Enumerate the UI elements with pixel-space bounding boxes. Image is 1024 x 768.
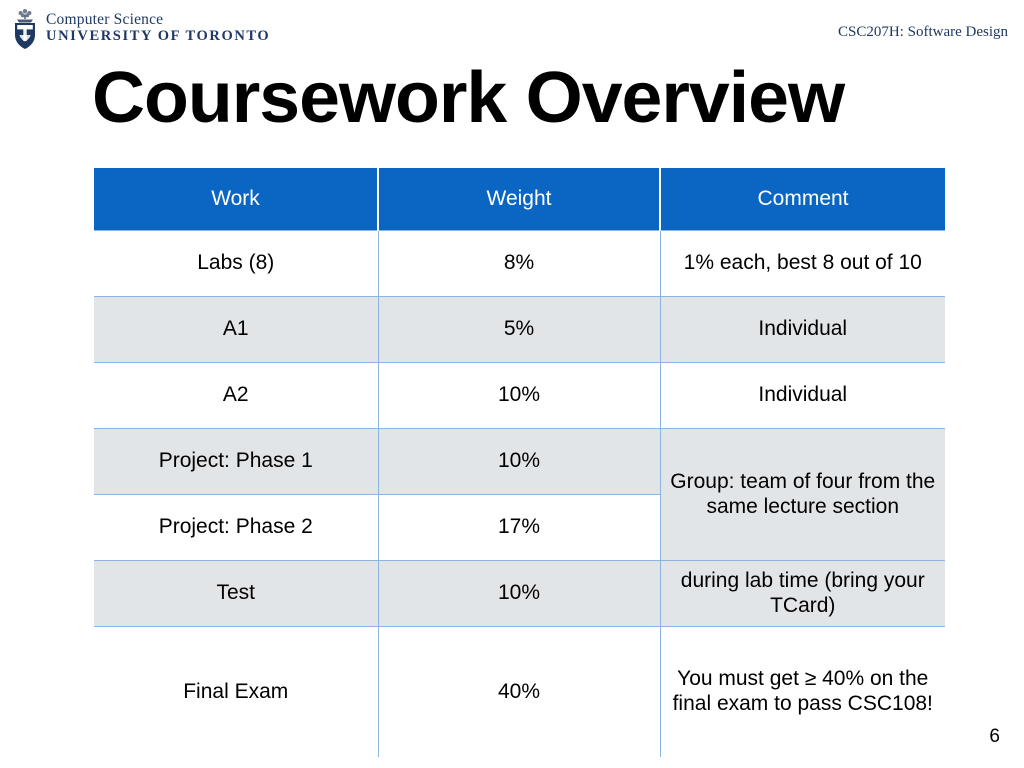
cell-comment: during lab time (bring your TCard) [660, 560, 945, 627]
table-row: Final Exam 40% You must get ≥ 40% on the… [94, 626, 945, 757]
slide-number: 6 [989, 726, 1000, 747]
table-row: Test 10% during lab time (bring your TCa… [94, 560, 945, 627]
table-header-row: Work Weight Comment [94, 168, 945, 231]
logo-line-university-of-toronto: UNIVERSITY OF TORONTO [46, 27, 271, 44]
table-row: Labs (8) 8% 1% each, best 8 out of 10 [94, 230, 945, 297]
uoft-crest-icon [15, 9, 35, 49]
cell-work: Labs (8) [94, 230, 379, 297]
cell-work: Project: Phase 1 [94, 428, 379, 495]
table-header: Work Weight Comment [94, 168, 945, 231]
cell-work: Test [94, 560, 379, 627]
slide-header: Computer Science UNIVERSITY OF TORONTO C… [0, 0, 1024, 60]
course-label: CSC207H: Software Design [838, 24, 1008, 40]
column-header-work: Work [94, 168, 379, 231]
table-body: Labs (8) 8% 1% each, best 8 out of 10 A1… [94, 230, 945, 757]
cell-work: Final Exam [94, 626, 379, 757]
cell-work: Project: Phase 2 [94, 494, 379, 561]
table-row: A1 5% Individual [94, 296, 945, 363]
cell-work: A2 [94, 362, 379, 429]
page-title: Coursework Overview [92, 58, 845, 138]
cell-comment-group: Group: team of four from the same lectur… [660, 428, 945, 561]
cell-work: A1 [94, 296, 379, 363]
cell-comment: You must get ≥ 40% on the final exam to … [660, 626, 945, 757]
column-header-comment: Comment [660, 168, 945, 231]
uoft-logo-text: Computer Science UNIVERSITY OF TORONTO [46, 11, 271, 44]
cell-weight: 10% [378, 362, 661, 429]
cell-weight: 10% [378, 428, 661, 495]
coursework-table: Work Weight Comment Labs (8) 8% 1% each,… [94, 168, 945, 757]
cell-weight: 40% [378, 626, 661, 757]
cell-weight: 17% [378, 494, 661, 561]
uoft-logo: Computer Science UNIVERSITY OF TORONTO [10, 9, 271, 50]
cell-comment: Individual [660, 296, 945, 363]
cell-weight: 10% [378, 560, 661, 627]
cell-weight: 8% [378, 230, 661, 297]
table-row: A2 10% Individual [94, 362, 945, 429]
cell-weight: 5% [378, 296, 661, 363]
cell-comment: 1% each, best 8 out of 10 [660, 230, 945, 297]
column-header-weight: Weight [378, 168, 661, 231]
logo-line-computer-science: Computer Science [46, 11, 164, 28]
table-row: Project: Phase 1 10% Group: team of four… [94, 428, 945, 561]
cell-comment: Individual [660, 362, 945, 429]
